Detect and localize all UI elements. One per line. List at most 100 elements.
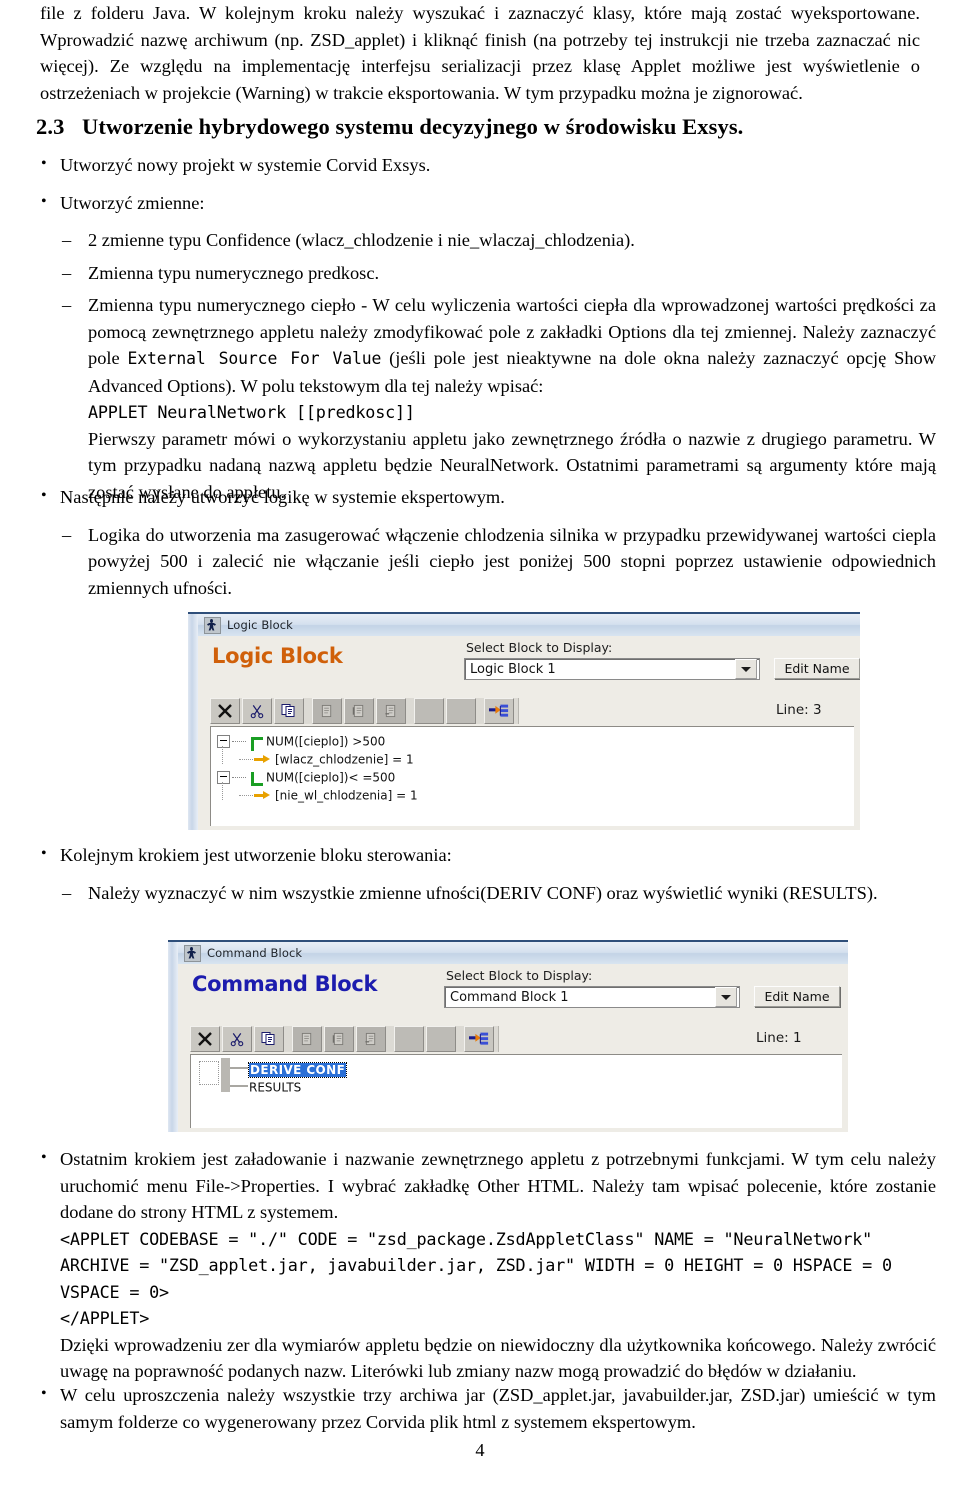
logic-line-info: Line: 3 [776, 702, 822, 718]
paste-button-1[interactable] [292, 1026, 322, 1052]
copy-button[interactable] [254, 1026, 284, 1052]
arrow-right-icon [254, 791, 270, 800]
tree-connector [232, 777, 246, 778]
logic-block-window: Logic Block Logic Block Select Block to … [198, 614, 860, 830]
intro-paragraph: file z folderu Java. W kolejnym kroku na… [40, 0, 920, 106]
intro-paragraph-text: file z folderu Java. W kolejnym kroku na… [40, 3, 920, 103]
bullet-sublist-b: Logika do utworzenia ma zasugerować włąc… [60, 522, 936, 602]
paste-button-2[interactable] [324, 1026, 354, 1052]
toolbar-blank-button-2[interactable] [446, 698, 476, 724]
copy-icon [261, 1032, 275, 1045]
bullet-group-b: Następnie należy utworzyć logikę w syste… [36, 483, 936, 612]
arrow-right-icon [254, 755, 270, 764]
applet-html-code-line-4: </APPLET> [60, 1308, 150, 1328]
bullet-a-item2: Utworzyć zmienne: [60, 192, 205, 213]
bullet-a-item1: Utworzyć nowy projekt w systemie Corvid … [60, 155, 431, 175]
command-block-select-combo[interactable]: Command Block 1 [444, 986, 740, 1008]
tree-node-label: NUM([cieplo])< =500 [266, 770, 396, 785]
tree-row[interactable]: DERIVE CONF [197, 1060, 842, 1078]
tree-row[interactable]: NUM([cieplo]) >500 [217, 732, 854, 751]
goto-block-button[interactable] [484, 698, 514, 724]
scissors-icon [230, 1033, 244, 1047]
jump-to-icon [469, 1032, 489, 1045]
list-item: Utworzyć nowy projekt w systemie Corvid … [36, 151, 936, 179]
delete-button[interactable] [210, 698, 240, 724]
list-item: W celu uproszczenia należy wszystkie trz… [36, 1381, 936, 1435]
paste-button-3[interactable] [376, 698, 406, 724]
section-number: 2.3 [36, 114, 65, 139]
toolbar-blank-button-1[interactable] [394, 1026, 424, 1052]
tree-connector [239, 758, 253, 760]
logic-edit-name-button[interactable]: Edit Name [774, 658, 860, 679]
command-block-combo-value: Command Block 1 [450, 989, 569, 1005]
tree-row[interactable]: NUM([cieplo])< =500 [217, 768, 854, 786]
bullet-group-c: Kolejnym krokiem jest utworzenie bloku s… [36, 841, 936, 917]
tree-node-label: NUM([cieplo]) >500 [266, 734, 386, 749]
paste-append-icon [385, 704, 396, 718]
logic-block-titlebar: Logic Block [198, 614, 860, 637]
list-item: Zmienna typu numerycznego ciepło - W cel… [60, 292, 936, 505]
bullet-group-e: W celu uproszczenia należy wszystkie trz… [36, 1381, 936, 1446]
applet-command-code: APPLET NeuralNetwork [[predkosc]] [88, 402, 415, 422]
chevron-down-icon[interactable] [715, 987, 737, 1007]
command-edit-name-button[interactable]: Edit Name [754, 986, 840, 1007]
paste-button-2[interactable] [344, 698, 374, 724]
tree-vertical-connector [222, 746, 224, 764]
command-block-tree-area[interactable]: DERIVE CONF RESULTS [190, 1054, 842, 1128]
copy-icon [281, 704, 295, 717]
bullet-list-e: W celu uproszczenia należy wszystkie trz… [36, 1381, 936, 1435]
tree-node-label: [wlacz_chlodzenie] = 1 [275, 752, 414, 767]
cut-button[interactable] [222, 1026, 252, 1052]
person-icon [204, 616, 221, 634]
logic-block-titlebar-text: Logic Block [227, 618, 293, 632]
logic-block-tree-area[interactable]: NUM([cieplo]) >500 [wlacz_chlodzenie] = … [210, 726, 854, 826]
list-item: Należy wyznaczyć w nim wszystkie zmienne… [60, 880, 936, 907]
paste-icon [301, 1032, 312, 1046]
cut-button[interactable] [242, 698, 272, 724]
delete-button[interactable] [190, 1026, 220, 1052]
goto-block-button[interactable] [464, 1026, 494, 1052]
command-block-content: Command Block Select Block to Display: C… [178, 964, 848, 1132]
command-block-tree: DERIVE CONF RESULTS [191, 1055, 842, 1096]
paste-button-3[interactable] [356, 1026, 386, 1052]
bullet-group-a: Utworzyć nowy projekt w systemie Corvid … [36, 151, 936, 516]
copy-button[interactable] [274, 698, 304, 724]
x-icon [198, 1032, 212, 1046]
command-select-block-label: Select Block to Display: [446, 968, 593, 983]
command-block-titlebar: Command Block [178, 942, 848, 965]
command-block-titlebar-text: Command Block [207, 946, 303, 960]
tree-row[interactable]: [nie_wl_chlodzenia] = 1 [217, 782, 854, 804]
chevron-down-icon[interactable] [735, 659, 757, 679]
bullet-b-sub1: Logika do utworzenia ma zasugerować włąc… [88, 524, 936, 598]
paste-append-icon [365, 1032, 376, 1046]
tree-vertical-connector [222, 782, 224, 800]
applet-html-code-line-2: ARCHIVE = "ZSD_applet.jar, javabuilder.j… [60, 1255, 892, 1275]
bullet-c-sub1: Należy wyznaczyć w nim wszystkie zmienne… [88, 882, 878, 903]
bullet-e-item1: W celu uproszczenia należy wszystkie trz… [60, 1385, 936, 1432]
section-title: Utworzenie hybrydowego systemu decyzyjne… [82, 114, 744, 139]
bullet-sublist-c: Należy wyznaczyć w nim wszystkie zmienne… [60, 880, 936, 907]
logic-block-content: Logic Block Select Block to Display: Log… [198, 636, 860, 830]
logic-block-heading: Logic Block [212, 644, 343, 668]
tree-row[interactable]: RESULTS [197, 1078, 842, 1096]
section-heading: 2.3 Utworzenie hybrydowego systemu decyzy… [36, 112, 926, 142]
toolbar-blank-button-1[interactable] [414, 698, 444, 724]
bullet-list-c: Kolejnym krokiem jest utworzenie bloku s… [36, 841, 936, 907]
bullet-d-item1-part2: Dzięki wprowadzeniu zer dla wymiarów app… [60, 1334, 936, 1382]
bullet-list-b: Następnie należy utworzyć logikę w syste… [36, 483, 936, 602]
command-block-window: Command Block Command Block Select Block… [178, 942, 848, 1132]
logic-block-toolbar [210, 698, 519, 724]
list-item: Logika do utworzenia ma zasugerować włąc… [60, 522, 936, 602]
paste-button-1[interactable] [312, 698, 342, 724]
list-item: Zmienna typu numerycznego predkosc. [60, 260, 936, 287]
bullet-a-sub2: Zmienna typu numerycznego predkosc. [88, 262, 380, 283]
bullet-list-d: Ostatnim krokiem jest załadowanie i nazw… [36, 1145, 936, 1385]
command-line-info: Line: 1 [756, 1030, 802, 1046]
tree-node-label: RESULTS [249, 1080, 302, 1095]
list-item: 2 zmienne typu Confidence (wlacz_chlodze… [60, 227, 936, 254]
logic-block-select-combo[interactable]: Logic Block 1 [464, 658, 760, 680]
list-item: Następnie należy utworzyć logikę w syste… [36, 483, 936, 602]
bullet-c-item1: Kolejnym krokiem jest utworzenie bloku s… [60, 845, 452, 865]
toolbar-blank-button-2[interactable] [426, 1026, 456, 1052]
tree-row[interactable]: [wlacz_chlodzenie] = 1 [217, 746, 854, 768]
